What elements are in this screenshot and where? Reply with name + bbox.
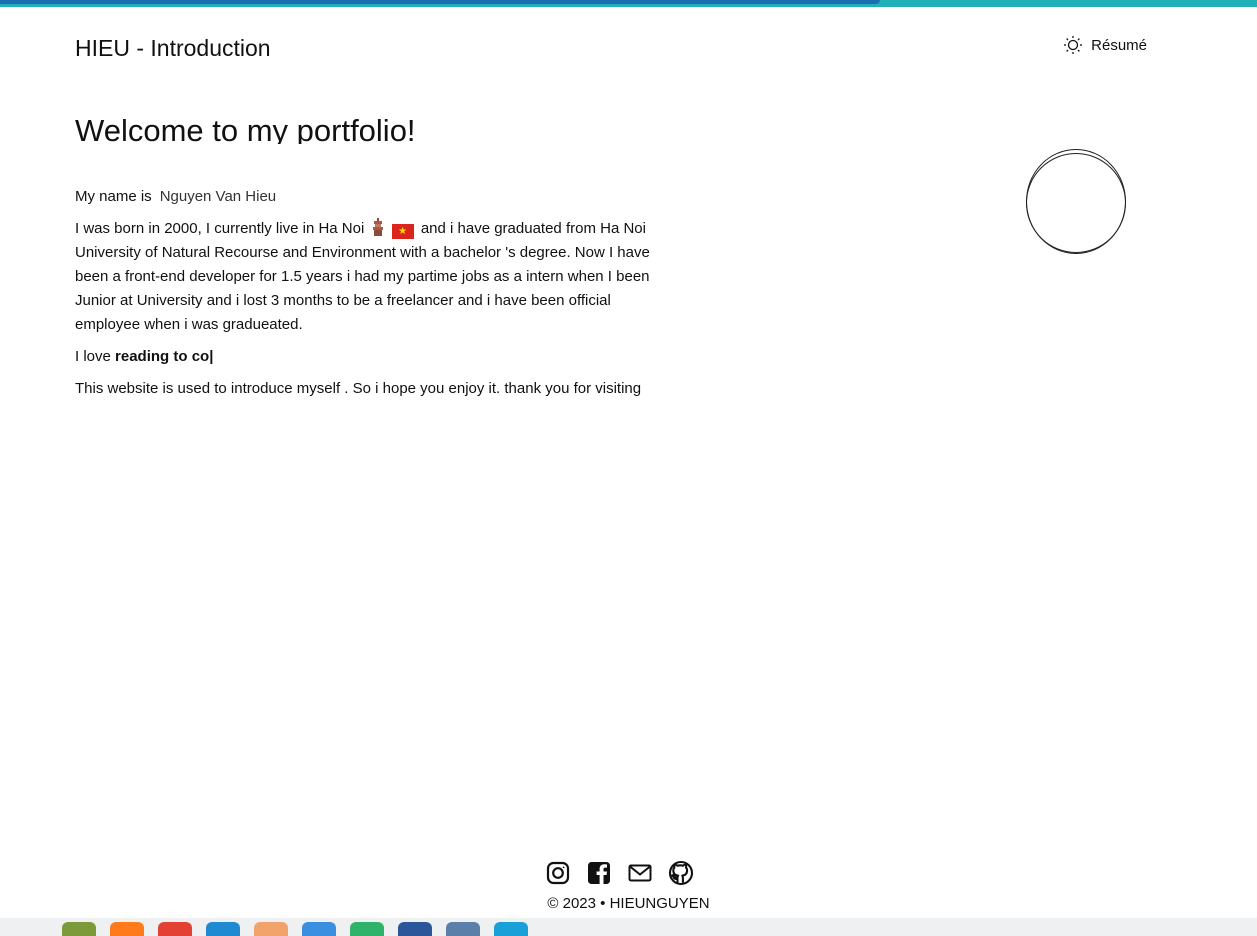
bio-paragraph: I was born in 2000, I currently live in …: [75, 217, 660, 337]
calculator-icon[interactable]: [446, 922, 480, 936]
plant-icon[interactable]: [62, 922, 96, 936]
closing-paragraph: This website is used to introduce myself…: [75, 380, 642, 397]
vscode-icon[interactable]: [206, 922, 240, 936]
github-icon[interactable]: [668, 860, 694, 886]
name-line: My name is Nguyen Van Hieu: [75, 185, 660, 209]
page-heading: Welcome to my portfolio!: [75, 113, 416, 144]
mail-icon[interactable]: [627, 860, 653, 886]
avatar-inner-ring: [1026, 153, 1126, 253]
social-links: [0, 860, 1257, 886]
edge-icon[interactable]: [494, 922, 528, 936]
love-prefix: I love: [75, 348, 111, 365]
intro-content: My name is Nguyen Van Hieu I was born in…: [75, 185, 660, 409]
site-footer: © 2023 • HIEUNGUYEN: [0, 860, 1257, 912]
pagoda-icon: [372, 218, 384, 236]
name-value: Nguyen Van Hieu: [159, 188, 277, 205]
copyright-text: © 2023 • HIEUNGUYEN: [547, 895, 710, 912]
site-header: HIEU - Introduction Résumé: [75, 32, 1147, 64]
firefox-icon[interactable]: [110, 922, 144, 936]
instagram-icon[interactable]: [545, 860, 571, 886]
teams-icon[interactable]: [254, 922, 288, 936]
site-title[interactable]: HIEU - Introduction: [75, 32, 271, 64]
os-taskbar: [0, 918, 1257, 936]
app-icon[interactable]: [350, 922, 384, 936]
facebook-icon[interactable]: [586, 860, 612, 886]
sun-icon[interactable]: [1063, 35, 1083, 55]
love-line: I love reading to co|: [75, 345, 660, 369]
resume-link[interactable]: Résumé: [1063, 35, 1147, 55]
vietnam-flag-icon: ★: [391, 224, 414, 239]
name-label: My name is: [75, 188, 152, 205]
word-icon[interactable]: [398, 922, 432, 936]
bio-text-start: I was born in 2000, I currently live in …: [75, 220, 365, 237]
zalo-icon[interactable]: [302, 922, 336, 936]
typewriter-text: reading to co|: [115, 348, 214, 365]
chrome-icon[interactable]: [158, 922, 192, 936]
resume-label[interactable]: Résumé: [1091, 37, 1147, 54]
reading-progress-track: [0, 0, 1257, 7]
reading-progress-fill: [0, 0, 880, 4]
